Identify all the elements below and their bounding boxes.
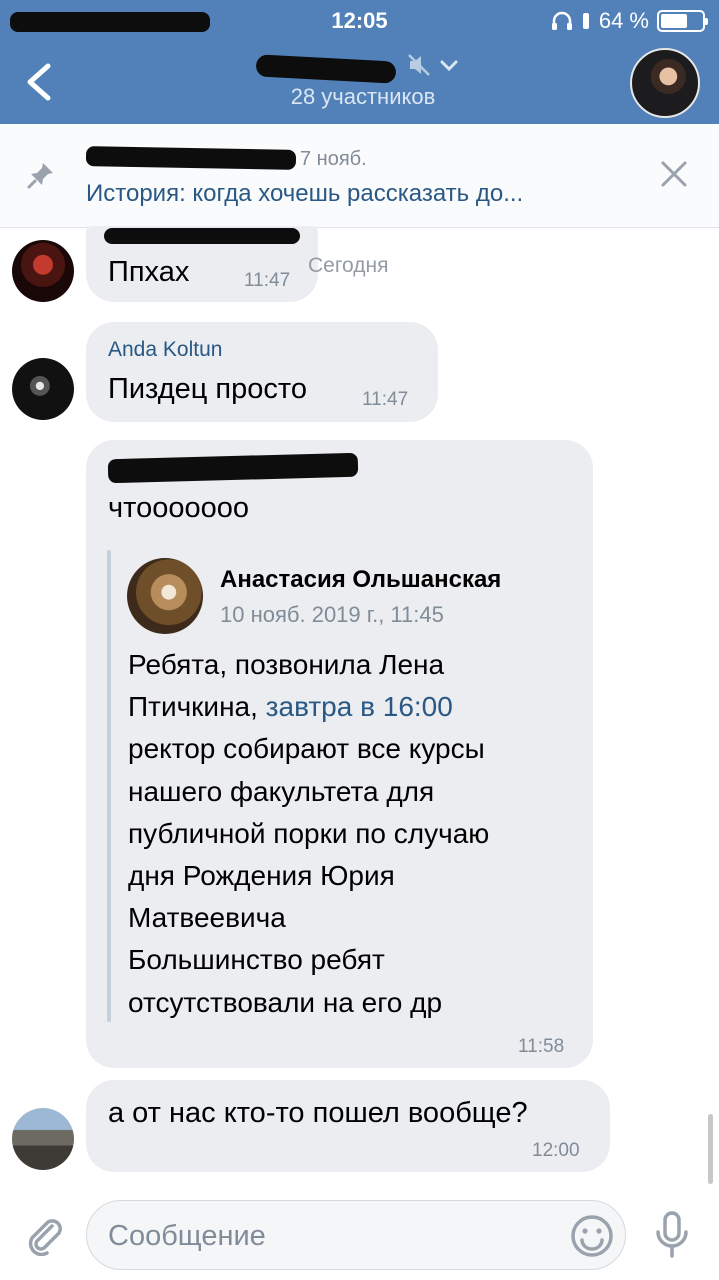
redacted-sender bbox=[104, 228, 300, 244]
status-right: 64 % bbox=[551, 8, 708, 34]
date-link[interactable]: завтра в 16:00 bbox=[266, 691, 453, 722]
forwarded-line: Матвеевича bbox=[128, 902, 286, 934]
scrollbar[interactable] bbox=[708, 1114, 713, 1184]
forwarded-line: ректор собирают все курсы bbox=[128, 733, 485, 765]
forwarded-line: нашего факультета для bbox=[128, 775, 435, 807]
chevron-down-icon[interactable] bbox=[438, 54, 460, 76]
battery-icon bbox=[657, 10, 708, 32]
pinned-message[interactable] bbox=[0, 124, 719, 228]
forwarded-text-part: Птичкина, bbox=[128, 691, 258, 723]
battery-fill bbox=[661, 14, 687, 28]
message-time: 11:58 bbox=[518, 1036, 565, 1057]
message-text: Пиздец просто bbox=[108, 373, 307, 405]
close-icon[interactable] bbox=[660, 160, 688, 188]
message-time: 11:47 bbox=[244, 270, 291, 291]
redacted-pinned-author bbox=[85, 146, 297, 170]
message-text: Ппхах bbox=[108, 256, 190, 288]
paperclip-icon[interactable] bbox=[22, 1212, 66, 1256]
forward-bar bbox=[107, 550, 111, 1022]
forwarded-line: публичной порки по случаю bbox=[128, 817, 490, 849]
pinned-date: 7 нояб. bbox=[300, 148, 367, 170]
chat-avatar[interactable] bbox=[630, 48, 700, 118]
forwarded-line: Большинство ребят bbox=[128, 944, 385, 976]
avatar[interactable] bbox=[12, 240, 74, 302]
forwarded-line-with-link: Птичкина, завтра в 16:00 bbox=[128, 686, 578, 728]
forwarded-text: Ребята, позвонила Лена Птичкина, завтра … bbox=[128, 644, 578, 1024]
message-time: 12:00 bbox=[532, 1140, 580, 1161]
message-text: а от нас кто-то пошел вообще? bbox=[108, 1097, 528, 1129]
orientation-lock-icon bbox=[582, 13, 589, 29]
battery-percent: 64 % bbox=[598, 8, 649, 33]
avatar[interactable] bbox=[127, 558, 203, 634]
pin-icon bbox=[27, 163, 53, 189]
microphone-icon[interactable] bbox=[654, 1210, 690, 1260]
pinned-preview[interactable]: История: когда хочешь рассказать до... bbox=[86, 180, 523, 208]
avatar[interactable] bbox=[12, 358, 74, 420]
muted-icon bbox=[408, 54, 430, 76]
forwarded-line: отсутствовали на его др bbox=[128, 986, 443, 1018]
headphones-icon bbox=[551, 11, 572, 30]
avatar[interactable] bbox=[12, 1108, 74, 1170]
forwarded-date: 10 нояб. 2019 г., 11:45 bbox=[220, 602, 444, 627]
forwarded-line: дня Рождения Юрия bbox=[128, 860, 395, 892]
forwarded-author[interactable]: Анастасия Ольшанская bbox=[220, 566, 501, 594]
message-time: 11:47 bbox=[362, 389, 409, 410]
participants-count[interactable]: 28 участников bbox=[0, 84, 719, 110]
forwarded-line: Ребята, позвонила Лена bbox=[128, 649, 445, 680]
smile-icon[interactable] bbox=[570, 1214, 614, 1258]
message-placeholder: Сообщение bbox=[108, 1220, 266, 1252]
message-text: чтоооoooo bbox=[108, 492, 249, 524]
date-separator: Сегодня bbox=[308, 254, 389, 277]
status-bar: 12:05 64 % bbox=[0, 6, 719, 36]
sender-name[interactable]: Anda Koltun bbox=[108, 338, 222, 362]
